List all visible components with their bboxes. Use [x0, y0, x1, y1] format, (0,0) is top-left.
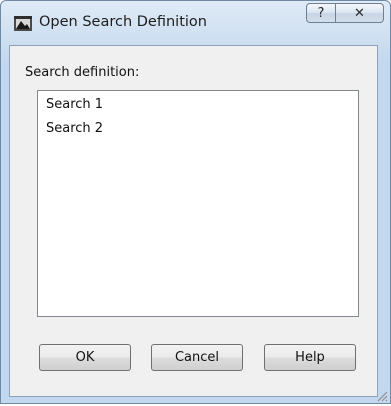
ok-button[interactable]: OK — [39, 344, 131, 371]
help-icon: ? — [317, 5, 325, 21]
close-icon: ✕ — [354, 5, 365, 21]
dialog-window: Open Search Definition ? ✕ Search defini… — [0, 0, 391, 404]
help-caption-button[interactable]: ? — [306, 3, 336, 23]
app-window-icon — [13, 14, 33, 34]
list-item[interactable]: Search 2 — [46, 121, 103, 136]
title-bar[interactable]: Open Search Definition ? ✕ — [1, 1, 390, 45]
caption-buttons: ? ✕ — [306, 3, 384, 25]
window-title: Open Search Definition — [39, 14, 207, 30]
close-caption-button[interactable]: ✕ — [336, 3, 384, 23]
resize-grip-icon[interactable] — [374, 387, 388, 402]
list-item[interactable]: Search 1 — [46, 97, 103, 112]
search-definition-label: Search definition: — [25, 65, 140, 80]
help-button[interactable]: Help — [264, 344, 356, 371]
search-definition-list[interactable]: Search 1 Search 2 — [37, 90, 359, 317]
cancel-button[interactable]: Cancel — [151, 344, 243, 371]
